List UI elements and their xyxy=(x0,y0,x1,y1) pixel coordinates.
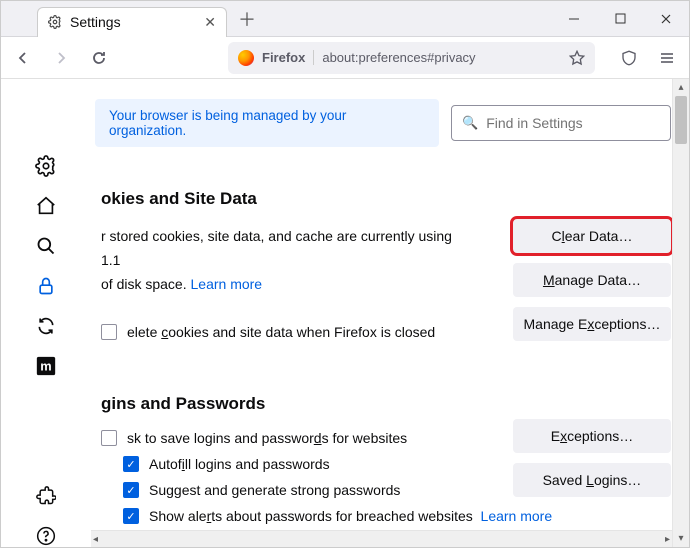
cookies-description: r stored cookies, site data, and cache a… xyxy=(101,225,461,296)
ask-save-logins-label: sk to save logins and passwords for webs… xyxy=(127,430,407,446)
nav-toolbar: Firefox about:preferences#privacy xyxy=(1,37,689,79)
reload-button[interactable] xyxy=(85,44,113,72)
sidebar-sync-icon[interactable] xyxy=(35,315,57,337)
search-placeholder: Find in Settings xyxy=(486,115,583,131)
minimize-button[interactable] xyxy=(551,1,597,37)
sidebar-help-icon[interactable] xyxy=(35,525,57,547)
close-window-button[interactable] xyxy=(643,1,689,37)
logins-exceptions-button[interactable]: Exceptions… xyxy=(513,419,671,453)
autofill-label: Autofill logins and passwords xyxy=(149,456,330,472)
scroll-right-icon[interactable]: ▸ xyxy=(665,534,670,545)
scroll-up-icon[interactable]: ▴ xyxy=(673,79,689,96)
tab-close-icon[interactable]: ✕ xyxy=(204,14,216,31)
url-text: about:preferences#privacy xyxy=(322,50,561,65)
settings-main: Your browser is being managed by your or… xyxy=(91,79,689,547)
identity-label: Firefox xyxy=(262,50,314,65)
settings-content: m Your browser is being managed by your … xyxy=(1,79,689,547)
sidebar-privacy-icon[interactable] xyxy=(35,275,57,297)
back-button[interactable] xyxy=(9,44,37,72)
sidebar-general-icon[interactable] xyxy=(35,155,57,177)
svg-text:m: m xyxy=(40,359,51,374)
gear-icon xyxy=(48,15,62,29)
new-tab-button[interactable]: ＋ xyxy=(233,5,261,33)
saved-logins-button[interactable]: Saved Logins… xyxy=(513,463,671,497)
maximize-button[interactable] xyxy=(597,1,643,37)
org-managed-banner[interactable]: Your browser is being managed by your or… xyxy=(95,99,439,147)
cookies-learn-more-link[interactable]: Learn more xyxy=(191,276,263,292)
delete-cookies-label: elete cookies and site data when Firefox… xyxy=(127,324,435,340)
horizontal-scrollbar[interactable]: ◂ ▸ xyxy=(91,530,672,547)
forward-button[interactable] xyxy=(47,44,75,72)
sidebar-home-icon[interactable] xyxy=(35,195,57,217)
settings-search-input[interactable]: 🔍 Find in Settings xyxy=(451,105,671,141)
suggest-passwords-label: Suggest and generate strong passwords xyxy=(149,482,400,498)
app-menu-button[interactable] xyxy=(653,44,681,72)
manage-data-button[interactable]: Manage Data… xyxy=(513,263,671,297)
ask-save-logins-checkbox[interactable] xyxy=(101,430,117,446)
scroll-left-icon[interactable]: ◂ xyxy=(93,534,98,545)
breach-alerts-label: Show alerts about passwords for breached… xyxy=(149,508,552,524)
window-controls xyxy=(551,1,689,37)
cookies-heading: okies and Site Data xyxy=(101,189,671,209)
settings-sidebar: m xyxy=(1,79,91,547)
firefox-icon xyxy=(238,50,254,66)
scroll-thumb[interactable] xyxy=(675,96,687,144)
url-bar[interactable]: Firefox about:preferences#privacy xyxy=(228,42,595,74)
suggest-passwords-checkbox[interactable]: ✓ xyxy=(123,482,139,498)
titlebar: Settings ✕ ＋ xyxy=(1,1,689,37)
delete-cookies-checkbox[interactable] xyxy=(101,324,117,340)
search-icon: 🔍 xyxy=(462,115,478,131)
vertical-scrollbar[interactable]: ▴ ▾ xyxy=(672,79,689,547)
pocket-icon[interactable] xyxy=(615,44,643,72)
browser-tab-settings[interactable]: Settings ✕ xyxy=(37,7,227,37)
cookies-button-column: Clear Data… Manage Data… Manage Exceptio… xyxy=(513,219,671,341)
scroll-down-icon[interactable]: ▾ xyxy=(673,530,689,547)
breach-alerts-checkbox[interactable]: ✓ xyxy=(123,508,139,524)
sidebar-search-icon[interactable] xyxy=(35,235,57,257)
breach-learn-more-link[interactable]: Learn more xyxy=(481,508,553,524)
logins-heading: gins and Passwords xyxy=(101,394,671,414)
autofill-checkbox[interactable]: ✓ xyxy=(123,456,139,472)
sidebar-extensions-icon[interactable] xyxy=(35,485,57,507)
manage-exceptions-button[interactable]: Manage Exceptions… xyxy=(513,307,671,341)
bookmark-star-icon[interactable] xyxy=(569,50,585,66)
clear-data-button[interactable]: Clear Data… xyxy=(513,219,671,253)
tab-title: Settings xyxy=(70,14,121,30)
logins-button-column: Exceptions… Saved Logins… xyxy=(513,419,671,497)
sidebar-more-icon[interactable]: m xyxy=(35,355,57,377)
